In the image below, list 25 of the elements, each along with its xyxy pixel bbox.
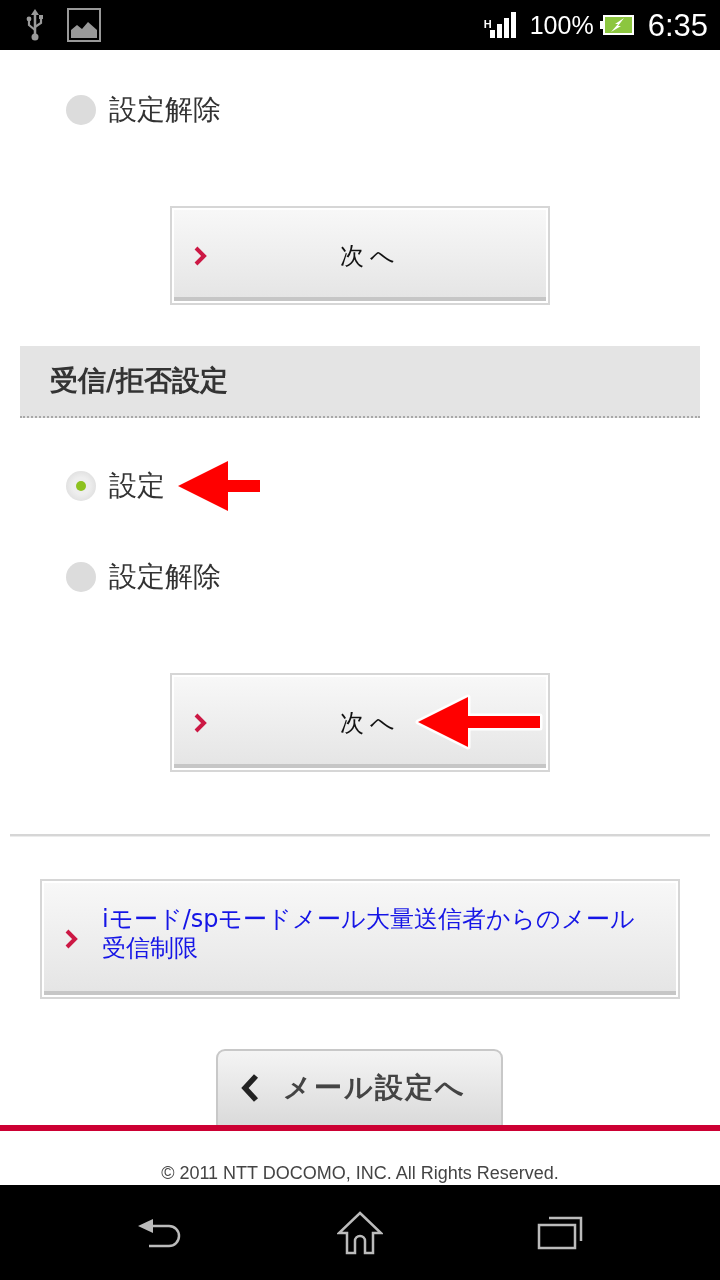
- radio-button[interactable]: [66, 95, 96, 125]
- chevron-right-icon: [64, 928, 78, 950]
- home-icon[interactable]: [337, 1210, 383, 1255]
- section-header: 受信/拒否設定: [20, 346, 700, 418]
- link-button[interactable]: iモード/spモードメール大量送信者からのメール受信制限: [40, 879, 680, 999]
- usb-icon: [25, 9, 45, 41]
- radio-label[interactable]: 設定解除: [109, 96, 221, 124]
- copyright-text: © 2011 NTT DOCOMO, INC. All Rights Reserved.: [161, 1163, 559, 1183]
- image-icon: [67, 8, 101, 42]
- battery-charging-icon: [599, 15, 634, 35]
- chevron-right-icon: [193, 244, 207, 267]
- radio-button[interactable]: [66, 562, 96, 592]
- signal-icon: [489, 12, 518, 38]
- battery-percentage: 100%: [529, 12, 594, 38]
- radio-label[interactable]: 設定: [109, 472, 165, 500]
- network-type-label: H: [483, 18, 492, 30]
- back-button[interactable]: メール設定へ: [216, 1049, 503, 1125]
- next-button[interactable]: 次へ: [170, 206, 550, 305]
- chevron-left-icon: [240, 1073, 260, 1103]
- radio-button[interactable]: [66, 471, 96, 501]
- chevron-right-icon: [193, 711, 207, 734]
- recent-apps-icon[interactable]: [537, 1215, 583, 1250]
- clock-time: 6:35: [647, 9, 708, 41]
- radio-label[interactable]: 設定解除: [109, 563, 221, 591]
- next-button[interactable]: 次へ: [170, 673, 550, 772]
